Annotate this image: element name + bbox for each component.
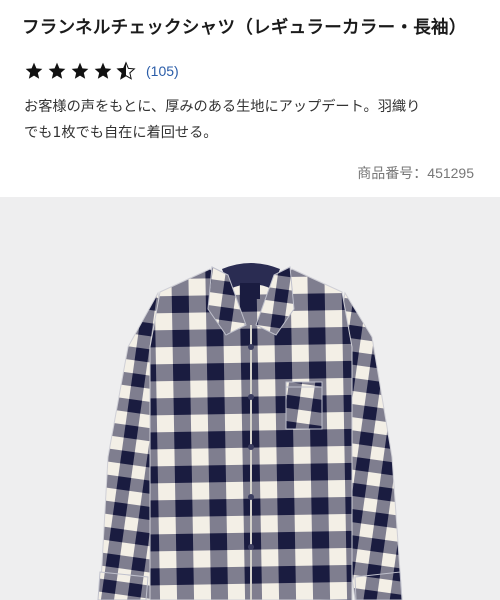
description-line: お客様の声をもとに、厚みのある生地にアップデート。羽織り (24, 99, 421, 115)
star-half-icon (116, 61, 136, 80)
star-full-icon (25, 62, 43, 79)
review-count-link[interactable]: (105) (146, 63, 179, 79)
star-rating (24, 61, 136, 81)
product-id-label: 商品番号： (357, 166, 428, 182)
shirt-image (97, 263, 403, 600)
product-id: 商品番号：451295 (357, 163, 474, 183)
product-id-value: 451295 (427, 165, 474, 181)
description-line: でも1枚でも自在に着回せる。 (24, 125, 218, 141)
star-full-icon (94, 62, 112, 79)
star-full-icon (48, 62, 66, 79)
rating-row[interactable]: (105) (24, 58, 179, 84)
star-full-icon (71, 62, 89, 79)
product-description: お客様の声をもとに、厚みのある生地にアップデート。羽織り でも1枚でも自在に着回… (24, 94, 484, 146)
product-image[interactable] (0, 197, 500, 600)
product-title: フランネルチェックシャツ（レギュラーカラー・長袖） (22, 18, 467, 38)
